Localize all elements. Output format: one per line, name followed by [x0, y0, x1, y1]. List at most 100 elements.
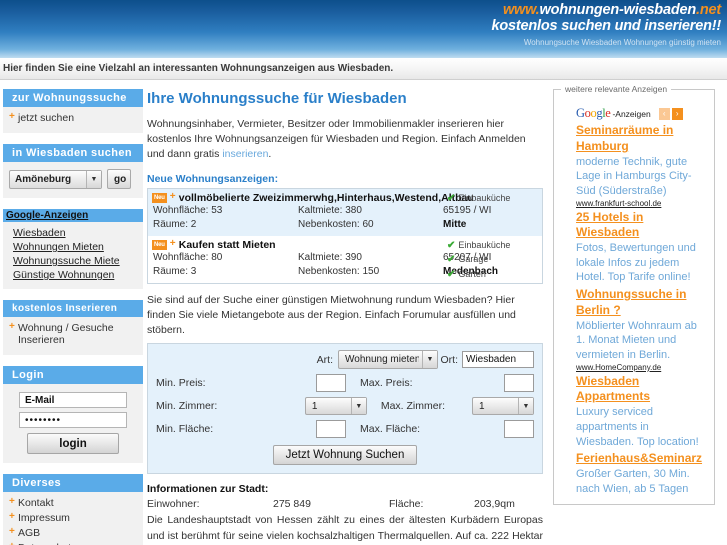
header-branding: www.wohnungen-wiesbaden.net kostenlos su… [491, 2, 722, 48]
ad-title[interactable]: Wiesbaden Appartments [576, 374, 708, 406]
min-preis-label: Min. Preis: [156, 377, 206, 390]
city-search-row: Amöneburg ▼ go [7, 166, 139, 191]
sidebar-link-datenschutz[interactable]: Datenschutz [7, 541, 139, 545]
sidebar-box-body: Amöneburg ▼ go [3, 162, 143, 198]
einwohner-value: 275 849 [273, 498, 311, 511]
value: 2 [190, 219, 197, 231]
art-select[interactable]: Wohnung mieten [338, 350, 438, 370]
ad-item[interactable]: Wiesbaden Appartments Luxury serviced ap… [576, 374, 708, 450]
value: 60 [362, 219, 374, 231]
site-url-www: www. [502, 2, 540, 18]
form-row-preis: Min. Preis: Max. Preis: [156, 374, 534, 393]
intro-text-part1: Wohnungsinhaber, Vermieter, Besitzer ode… [147, 118, 526, 161]
city-stats: Einwohner: 275 849 Fläche: 203,9qm [147, 498, 543, 510]
city-select-wrapper: Amöneburg ▼ [9, 169, 102, 189]
intro-bar-text: Hier finden Sie eine Vielzahl an interes… [3, 63, 394, 74]
min-zimmer-wrapper: 1 ▼ [304, 397, 367, 416]
sidebar-ad-link[interactable]: Wohnungssuche Miete [7, 254, 139, 268]
chevron-left-icon[interactable]: ‹ [658, 107, 670, 120]
ad-title[interactable]: Wohnungssuche in Berlin ? [576, 287, 708, 319]
email-field[interactable] [19, 392, 127, 408]
google-ads-header: Google -Anzeigen ‹ › [576, 106, 708, 121]
label: Kaltmiete: [298, 204, 343, 216]
listing-wohnflaeche: Wohnfläche: 53 [153, 204, 298, 219]
sidebar-box-google-ads: Google-Anzeigen Wiesbaden Wohnungen Miet… [3, 209, 143, 289]
label: Räume: [153, 266, 189, 278]
sidebar-box-title: kostenlos Inserieren [3, 300, 143, 317]
sidebar-box-login: Login login [3, 366, 143, 463]
site-url-domain: wohnungen-wiesbaden [539, 2, 697, 18]
min-flaeche-input[interactable] [316, 420, 346, 439]
max-zimmer-select[interactable]: 1 [472, 397, 534, 416]
value: 80 [211, 251, 223, 263]
ads-panel: weitere relevante Anzeigen Google -Anzei… [553, 84, 715, 506]
sidebar-ad-link[interactable]: Wiesbaden [7, 226, 139, 240]
site-header: www.wohnungen-wiesbaden.net kostenlos su… [0, 0, 727, 58]
go-button[interactable]: go [107, 169, 131, 189]
check-icon: ✔ [447, 268, 456, 280]
ort-input[interactable] [462, 351, 534, 369]
listing-feature: ✔ Garten [447, 268, 537, 283]
label: Kaltmiete: [298, 251, 343, 263]
check-icon: ✔ [447, 254, 456, 266]
form-row-flaeche: Min. Fläche: Max. Fläche: [156, 420, 534, 439]
intro-paragraph: Wohnungsinhaber, Vermieter, Besitzer ode… [147, 117, 543, 163]
submit-row: Jetzt Wohnung Suchen [156, 445, 534, 466]
listing-kaltmiete: Kaltmiete: 390 [298, 251, 443, 266]
listing-row[interactable]: Neu vollmöbelierte Zweizimmerwhg,Hinterh… [148, 188, 542, 236]
ad-title[interactable]: 25 Hotels in Wiesbaden [576, 210, 708, 242]
max-flaeche-input[interactable] [504, 420, 534, 439]
label: Wohnfläche: [153, 204, 209, 216]
site-url: www.wohnungen-wiesbaden.net [492, 2, 721, 18]
max-zimmer-label: Max. Zimmer: [380, 400, 446, 413]
ad-item[interactable]: Ferienhaus&Seminarz Großer Garten, 30 Mi… [576, 451, 708, 496]
password-field[interactable] [19, 412, 127, 428]
ad-url[interactable]: www.HomeCompany.de [576, 363, 708, 372]
ad-title[interactable]: Ferienhaus&Seminarz [576, 451, 708, 467]
ad-url[interactable]: www.frankfurt-school.de [576, 199, 708, 208]
intro-text-part2: . [268, 148, 272, 161]
ad-item[interactable]: 25 Hotels in Wiesbaden Fotos, Bewertunge… [576, 210, 708, 286]
search-submit-button[interactable]: Jetzt Wohnung Suchen [272, 445, 418, 466]
value: 390 [345, 251, 362, 263]
ad-title[interactable]: Seminarräume in Hamburg [576, 123, 708, 155]
google-ads-label: -Anzeigen [612, 108, 651, 119]
sidebar-link-kontakt[interactable]: Kontakt [7, 496, 139, 511]
sidebar-google-ads-title: Google-Anzeigen [3, 209, 143, 222]
ad-item[interactable]: Wohnungssuche in Berlin ? Möblierter Woh… [576, 287, 708, 372]
ad-item[interactable]: Seminarräume in Hamburg moderne Technik,… [576, 123, 708, 208]
listing-title[interactable]: Kaufen statt Mieten [170, 238, 276, 251]
max-flaeche-label: Max. Fläche: [360, 423, 421, 436]
label: Räume: [153, 219, 189, 231]
ads-panel-legend: weitere relevante Anzeigen [561, 84, 672, 94]
sidebar-ad-link[interactable]: Günstige Wohnungen [7, 268, 139, 282]
sidebar-box-body: login [3, 384, 143, 463]
sidebar-box-diverses: Diverses Kontakt Impressum AGB Datenschu… [3, 474, 143, 545]
listing-row[interactable]: Neu Kaufen statt Mieten Wohnfläche: 80 K… [148, 236, 542, 283]
search-form-intro: Sie sind auf der Suche einer günstigen M… [147, 293, 516, 337]
max-zimmer-wrapper: 1 ▼ [472, 397, 534, 416]
city-select[interactable]: Amöneburg [9, 169, 102, 189]
header-tagline: kostenlos suchen und inserieren!! [491, 18, 722, 35]
min-zimmer-select[interactable]: 1 [304, 397, 367, 416]
min-preis-input[interactable] [316, 374, 346, 393]
sidebar-link-agb[interactable]: AGB [7, 526, 139, 541]
listing-features: ✔ Einbauküche [447, 192, 537, 207]
sidebar-box-title: in Wiesbaden suchen [3, 144, 143, 162]
listing-details: Wohnfläche: 53 Kaltmiete: 380 65195 / WI… [152, 204, 538, 233]
ad-description: Großer Garten, 30 Min. nach Wien, ab 5 T… [576, 467, 690, 495]
listing-district: Mitte [443, 219, 467, 231]
sidebar-ad-link[interactable]: Wohnungen Mieten [7, 240, 139, 254]
listing-features: ✔ Einbauküche ✔ Garage ✔ Garten [447, 239, 537, 283]
sidebar-link-inserieren[interactable]: Wohnung / Gesuche Inserieren [7, 321, 139, 348]
listing-title[interactable]: vollmöbelierte Zweizimmerwhg,Hinterhaus,… [170, 191, 474, 204]
max-preis-input[interactable] [504, 374, 534, 393]
listing-feature: ✔ Einbauküche [447, 192, 537, 207]
chevron-right-icon[interactable]: › [671, 107, 683, 120]
inserieren-link[interactable]: inserieren [222, 148, 268, 160]
label: Nebenkosten: [298, 266, 360, 278]
sidebar-link-impressum[interactable]: Impressum [7, 511, 139, 526]
listings-table: Neu vollmöbelierte Zweizimmerwhg,Hinterh… [147, 187, 543, 284]
sidebar-link-jetzt-suchen[interactable]: jetzt suchen [7, 111, 139, 126]
login-button[interactable]: login [27, 433, 119, 454]
